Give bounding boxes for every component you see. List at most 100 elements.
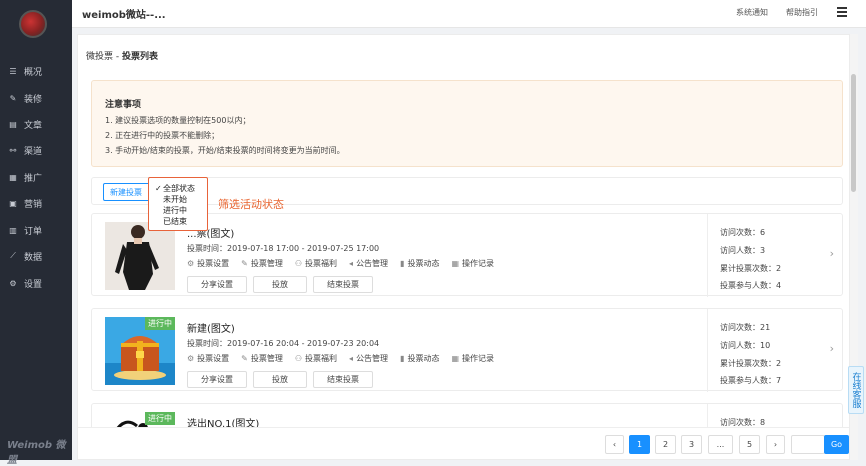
app-logo[interactable] xyxy=(19,10,47,38)
vote-ops: ⚙ 投票设置 ✎ 投票管理 ⚇ 投票福利 ◂ 公告管理 ▮ 投票动态 ▦ 操作记录 xyxy=(187,258,506,269)
vote-benefit-link[interactable]: ⚇ 投票福利 xyxy=(295,353,337,364)
vote-activity-link[interactable]: ▮ 投票动态 xyxy=(400,353,439,364)
check-icon: ✓ xyxy=(155,184,162,193)
status-option-not-started[interactable]: 未开始 xyxy=(155,194,203,205)
stat-votes: 累计投票次数：2 xyxy=(720,359,782,368)
go-button[interactable]: Go xyxy=(824,435,849,454)
notice-heading: 注意事项 xyxy=(105,100,142,110)
sidebar-item-promote[interactable]: ▦ 推广 xyxy=(0,167,72,187)
annotation-label: 筛选活动状态 xyxy=(218,198,284,211)
status-option-all[interactable]: ✓全部状态 xyxy=(155,183,203,194)
vote-title: 新建(图文) xyxy=(187,324,235,335)
stat-visits: 访问次数：6 xyxy=(720,228,766,237)
vote-manage-link[interactable]: ✎ 投票管理 xyxy=(241,258,283,269)
page-title: 微投票 - 投票列表 xyxy=(86,52,158,62)
vote-settings-link[interactable]: ⚙ 投票设置 xyxy=(187,258,229,269)
stat-visitors: 访问人数：3 xyxy=(720,246,766,255)
operation-log-link[interactable]: ▦ 操作记录 xyxy=(451,258,494,269)
status-badge: 进行中 xyxy=(145,317,175,330)
gift-icon: ⚇ xyxy=(294,259,303,268)
decorate-icon: ✎ xyxy=(9,93,17,103)
help-link[interactable]: 帮助指引 xyxy=(786,7,818,18)
vote-activity-link[interactable]: ▮ 投票动态 xyxy=(400,258,439,269)
sidebar: ☰ 概况 ✎ 装修 ▤ 文章 ⚯ 渠道 ▦ 推广 ▣ 营销 ▥ 订单 ⟋ 数据 ⚙ 设置 Weim… xyxy=(0,0,72,466)
order-icon: ▥ xyxy=(9,225,17,235)
vote-settings-link[interactable]: ⚙ 投票设置 xyxy=(187,353,229,364)
data-icon: ⟋ xyxy=(10,251,16,260)
vote-time: 投票时间：2019-07-16 20:04 - 2019-07-23 20:04 xyxy=(187,339,380,348)
status-option-in-progress[interactable]: 进行中 xyxy=(155,205,203,216)
share-settings-button[interactable]: 分享设置 xyxy=(187,276,247,293)
chevron-right-icon[interactable]: › xyxy=(830,342,834,355)
page-button-1[interactable]: 1 xyxy=(629,435,650,454)
publish-button[interactable]: 投放 xyxy=(253,276,307,293)
calendar-icon: ▦ xyxy=(451,259,460,268)
page-button-2[interactable]: 2 xyxy=(655,435,676,454)
vote-buttons: 分享设置 投放 结束投票 xyxy=(187,371,379,388)
vote-ops: ⚙ 投票设置 ✎ 投票管理 ⚇ 投票福利 ◂ 公告管理 ▮ 投票动态 ▦ 操作记录 xyxy=(187,353,506,364)
vote-stats: 访问次数：6 访问人数：3 累计投票次数：2 投票参与人数：4 xyxy=(707,214,817,297)
end-vote-button[interactable]: 结束投票 xyxy=(313,371,373,388)
page-button-3[interactable]: 3 xyxy=(681,435,702,454)
status-option-ended[interactable]: 已结束 xyxy=(155,216,203,227)
sidebar-item-order[interactable]: ▥ 订单 xyxy=(0,220,72,240)
sidebar-item-decorate[interactable]: ✎ 装修 xyxy=(0,88,72,108)
stat-participants: 投票参与人数：4 xyxy=(720,281,782,290)
stat-visits: 访问次数：21 xyxy=(720,323,771,332)
end-vote-button[interactable]: 结束投票 xyxy=(313,276,373,293)
status-filter-dropdown[interactable]: ✓全部状态 未开始 进行中 已结束 xyxy=(148,177,208,231)
notice-manage-link[interactable]: ◂ 公告管理 xyxy=(349,258,388,269)
vote-manage-link[interactable]: ✎ 投票管理 xyxy=(241,353,283,364)
speaker-icon: ◂ xyxy=(349,354,354,363)
sidebar-item-data[interactable]: ⟋ 数据 xyxy=(0,246,72,266)
menu-icon[interactable] xyxy=(837,5,847,19)
share-settings-button[interactable]: 分享设置 xyxy=(187,371,247,388)
pagination: ‹ 1 2 3 ... 5 › Go xyxy=(78,427,849,459)
site-title: weimob微站--... xyxy=(82,10,166,21)
main-content: 微投票 - 投票列表 注意事项 1. 建议投票选项的数量控制在500以内； 2.… xyxy=(77,34,850,460)
publish-button[interactable]: 投放 xyxy=(253,371,307,388)
vote-card[interactable]: 进行中 新建(图文) 投票时间：2019-07-16 20:04 - 2019-… xyxy=(91,308,843,392)
bar-chart-icon: ▮ xyxy=(400,259,405,268)
vote-buttons: 分享设置 投放 结束投票 xyxy=(187,276,379,293)
overview-icon: ☰ xyxy=(9,66,17,76)
stat-votes: 累计投票次数：2 xyxy=(720,264,782,273)
prev-page-button[interactable]: ‹ xyxy=(605,435,624,454)
topbar: weimob微站--... 系统通知 帮助指引 xyxy=(72,0,866,28)
promote-icon: ▦ xyxy=(9,172,17,182)
chevron-right-icon[interactable]: › xyxy=(830,247,834,260)
stat-visitors: 访问人数：10 xyxy=(720,341,771,350)
channel-icon: ⚯ xyxy=(9,145,17,155)
page-jump-input[interactable] xyxy=(791,435,825,454)
sidebar-item-marketing[interactable]: ▣ 营销 xyxy=(0,193,72,213)
notice-manage-link[interactable]: ◂ 公告管理 xyxy=(349,353,388,364)
notice-panel: 注意事项 1. 建议投票选项的数量控制在500以内； 2. 正在进行中的投票不能… xyxy=(91,80,843,167)
notice-line: 2. 正在进行中的投票不能删除； xyxy=(105,131,220,140)
page-ellipsis: ... xyxy=(708,435,733,454)
next-page-button[interactable]: › xyxy=(766,435,785,454)
settings-icon: ⚙ xyxy=(9,278,17,288)
vote-thumbnail: 进行中 xyxy=(105,317,175,385)
notice-line: 3. 手动开始/结束的投票，开始/结束投票的时间将变更为当前时间。 xyxy=(105,146,345,155)
vote-thumbnail xyxy=(105,222,175,290)
article-icon: ▤ xyxy=(9,119,17,129)
sidebar-item-overview[interactable]: ☰ 概况 xyxy=(0,61,72,81)
online-service-button[interactable]: 在线客服 xyxy=(848,366,864,414)
stat-participants: 投票参与人数：7 xyxy=(720,376,782,385)
marketing-icon: ▣ xyxy=(9,198,17,208)
calendar-icon: ▦ xyxy=(451,354,460,363)
scrollbar-thumb[interactable] xyxy=(851,74,856,192)
brand-logo: Weimob 微盟 xyxy=(7,440,66,466)
sidebar-item-settings[interactable]: ⚙ 设置 xyxy=(0,273,72,293)
notice-line: 1. 建议投票选项的数量控制在500以内； xyxy=(105,116,251,125)
status-badge: 进行中 xyxy=(145,412,175,425)
sidebar-item-channel[interactable]: ⚯ 渠道 xyxy=(0,140,72,160)
system-notice-link[interactable]: 系统通知 xyxy=(736,7,768,18)
operation-log-link[interactable]: ▦ 操作记录 xyxy=(451,353,494,364)
vote-benefit-link[interactable]: ⚇ 投票福利 xyxy=(295,258,337,269)
page-button-5[interactable]: 5 xyxy=(739,435,760,454)
edit-icon: ✎ xyxy=(241,354,248,363)
bar-chart-icon: ▮ xyxy=(400,354,405,363)
sidebar-item-article[interactable]: ▤ 文章 xyxy=(0,114,72,134)
edit-icon: ✎ xyxy=(241,259,248,268)
